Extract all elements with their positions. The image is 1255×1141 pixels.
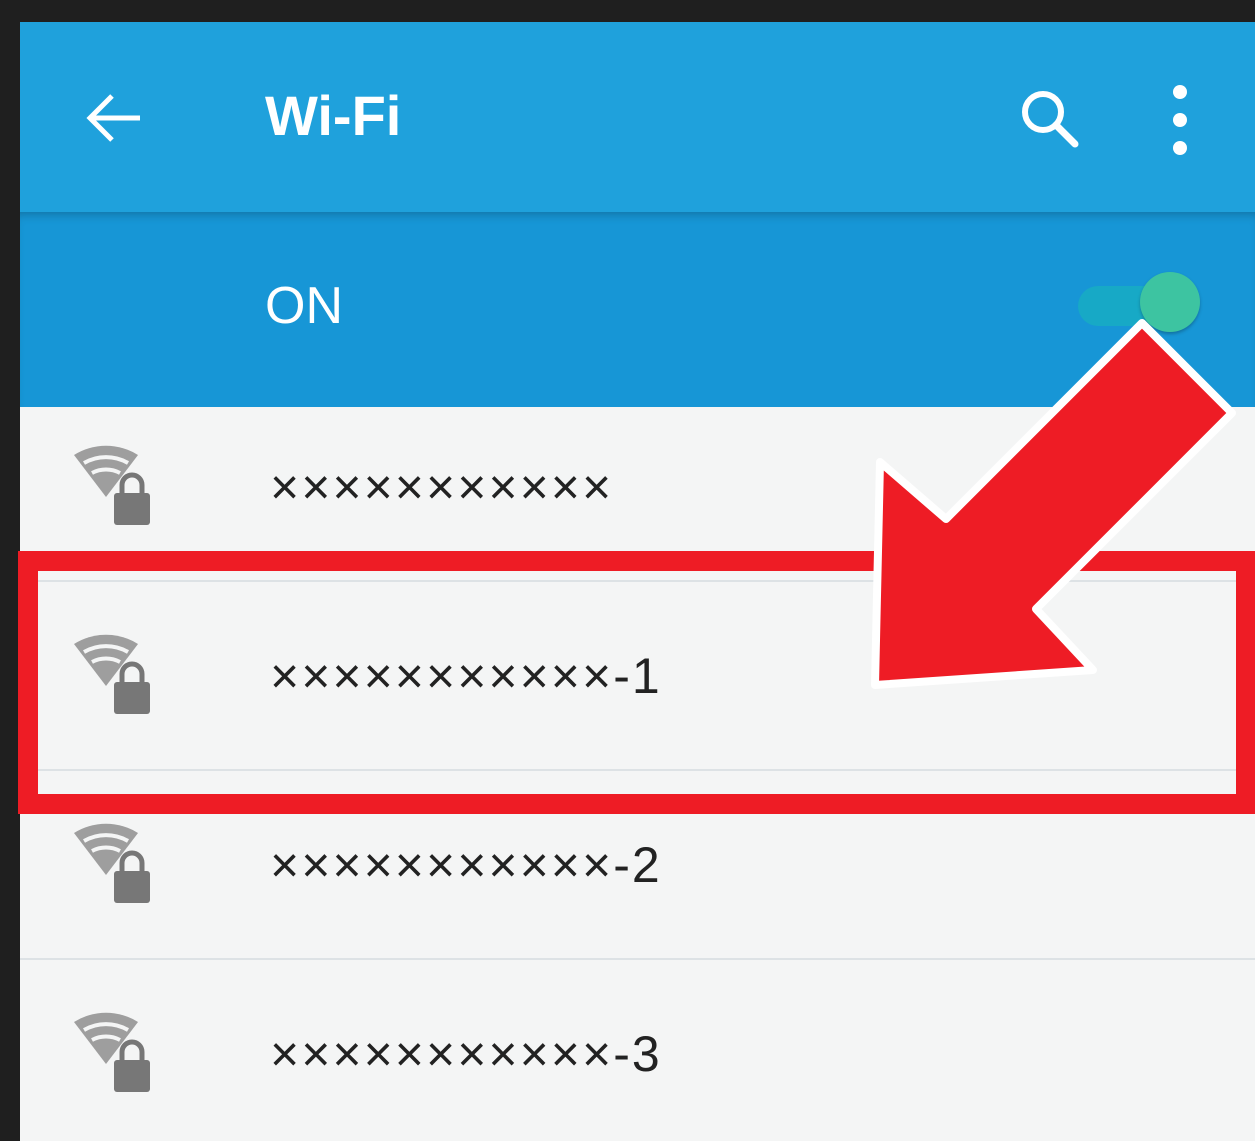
network-ssid: ×××××××××××-3 xyxy=(270,1026,662,1082)
network-item[interactable]: ×××××××××××-3 xyxy=(20,960,1255,1141)
network-item[interactable]: ××××××××××× xyxy=(20,393,1255,582)
wifi-secured-icon xyxy=(74,1012,150,1092)
wifi-settings-screen: Wi-Fi ON ××××××××××× ×××××××××××-1 ×××××… xyxy=(20,22,1255,1141)
network-ssid: ×××××××××××-1 xyxy=(270,648,662,704)
wifi-switch-bar[interactable]: ON xyxy=(20,212,1255,407)
network-ssid: ××××××××××× xyxy=(270,459,614,515)
wifi-secured-icon xyxy=(74,634,150,714)
app-bar: Wi-Fi xyxy=(20,22,1255,212)
network-item[interactable]: ×××××××××××-2 xyxy=(20,771,1255,960)
page-title: Wi-Fi xyxy=(265,84,402,147)
arrow-left-icon[interactable] xyxy=(82,86,146,150)
network-ssid: ×××××××××××-2 xyxy=(270,837,662,893)
wifi-secured-icon xyxy=(74,823,150,903)
search-icon[interactable] xyxy=(1015,84,1085,154)
wifi-toggle-switch[interactable] xyxy=(1078,272,1200,332)
toggle-thumb xyxy=(1140,272,1200,332)
network-item[interactable]: ×××××××××××-1 xyxy=(20,582,1255,771)
more-vert-icon[interactable] xyxy=(1160,82,1200,158)
wifi-secured-icon xyxy=(74,445,150,525)
switch-label: ON xyxy=(265,277,343,335)
